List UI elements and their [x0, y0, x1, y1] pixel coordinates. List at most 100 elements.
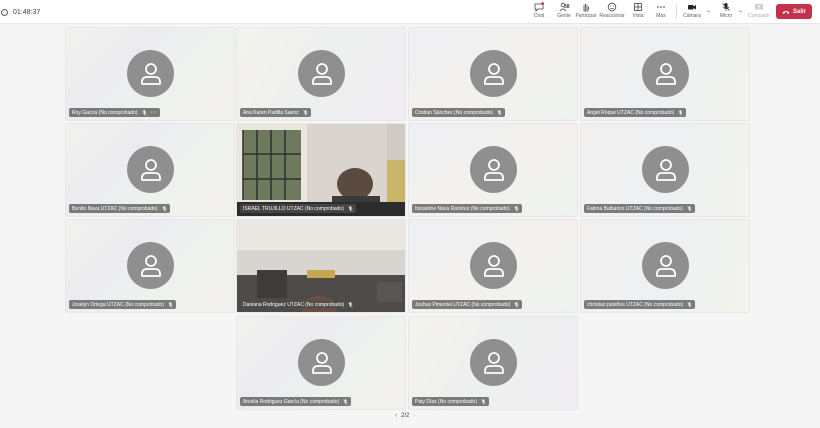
participant-name-chip: Roy García (No comprobado) ··· [69, 108, 161, 117]
previous-page-chevron-icon[interactable]: ‹ [391, 413, 401, 419]
view-label: Vista [632, 13, 644, 19]
person-icon [311, 351, 332, 374]
participant-tile[interactable]: Angel Roque UTZAC (No comprobado) [580, 27, 750, 121]
participant-tile[interactable]: Roy García (No comprobado) ··· [65, 27, 235, 121]
participant-tile[interactable]: Joselyn Ortega UTZAC (No comprobado) [65, 219, 235, 313]
mic-muted-icon [168, 301, 173, 308]
participant-name: Benito Nava UTZAC (No comprobado) [72, 205, 158, 212]
person-icon [655, 254, 676, 277]
participant-name: Roy García (No comprobado) [72, 109, 138, 116]
participant-name: Itsoseline Nava Ramírez (No comprobado) [415, 205, 510, 212]
share-button[interactable]: Compartir [748, 2, 770, 22]
camera-button[interactable]: Cámara [683, 2, 701, 22]
mic-muted-icon [348, 301, 353, 308]
participant-tile[interactable]: Itsoseline Nava Ramírez (No comprobado) [408, 123, 578, 217]
meeting-toolbar: 01:48:37 Chat Gente 38 Participar Reacci… [0, 0, 820, 24]
participant-name-chip: Daniana Rodriguez UTZAC (No comprobado) [240, 300, 357, 309]
page-navigator: ‹ 2/2 › [391, 413, 419, 419]
status-ring-icon [1, 8, 8, 16]
avatar [298, 50, 345, 97]
chat-button[interactable]: Chat [532, 2, 546, 22]
participant-name: ISRAEL TRUJILLO UTZAC (No comprobado) [243, 205, 344, 212]
person-icon [140, 158, 161, 181]
participant-name: Daniana Rodriguez UTZAC (No comprobado) [243, 301, 345, 308]
mic-button[interactable]: Micro [718, 2, 734, 22]
participant-name: Arcelia Rodriguez García (No comprobado) [243, 398, 340, 405]
participant-tile[interactable]: Benito Nava UTZAC (No comprobado) [65, 123, 235, 217]
page-indicator: 2/2 [401, 413, 410, 419]
mic-muted-icon [481, 398, 486, 405]
participant-name-chip: Arcelia Rodriguez García (No comprobado) [240, 397, 352, 406]
person-icon [655, 158, 676, 181]
participant-tile[interactable]: Cristian Sánchez (No comprobado) [408, 27, 578, 121]
participant-name-chip: Cristian Sánchez (No comprobado) [412, 108, 506, 117]
participant-tile[interactable]: Daniana Rodriguez UTZAC (No comprobado) [236, 219, 406, 313]
person-icon [655, 62, 676, 85]
smiley-icon [607, 2, 617, 12]
hang-up-icon [782, 10, 790, 14]
participant-name-chip: Joshue Pimentel UTZAC (No comprobado) [412, 300, 523, 309]
people-label: Gente [557, 13, 571, 19]
react-button[interactable]: Reaccionar [599, 2, 625, 22]
leave-button[interactable]: Salir [776, 4, 812, 19]
mic-muted-icon [513, 205, 519, 212]
mic-muted-icon [497, 109, 502, 116]
avatar [127, 242, 174, 289]
share-screen-icon [755, 4, 763, 10]
person-icon [483, 254, 504, 277]
participant-tile[interactable]: Arcelia Rodriguez García (No comprobado) [236, 316, 406, 410]
mic-muted-icon [161, 205, 167, 212]
next-page-chevron-icon[interactable]: › [409, 413, 419, 419]
avatar [470, 242, 517, 289]
leave-label: Salir [792, 8, 806, 15]
participant-name-chip: Joselyn Ortega UTZAC (No comprobado) [69, 300, 176, 309]
react-label: Reaccionar [599, 13, 625, 19]
avatar [298, 339, 345, 386]
participant-name: Joselyn Ortega UTZAC (No comprobado) [72, 301, 164, 308]
person-icon [311, 62, 332, 85]
participant-name: Cristian Sánchez (No comprobado) [415, 109, 494, 116]
raise-hand-button[interactable]: Participar [575, 2, 597, 22]
avatar [470, 339, 517, 386]
camera-label: Cámara [683, 13, 701, 19]
more-icon [657, 6, 665, 8]
avatar [127, 146, 174, 193]
mic-options-chevron-icon[interactable]: ⌄ [738, 7, 743, 14]
participant-name: Ana Karen Padilla Saenz [243, 109, 299, 116]
participant-name-chip: Ana Karen Padilla Saenz [240, 108, 311, 117]
avatar [642, 146, 689, 193]
chat-icon [534, 2, 544, 12]
participant-tile[interactable]: Ana Karen Padilla Saenz [236, 27, 406, 121]
participant-tile[interactable]: Fatima Balbarios UTZAC (No comprobado) [580, 123, 750, 217]
mic-muted-icon [141, 109, 147, 116]
camera-icon [688, 5, 696, 10]
mic-muted-icon [302, 109, 308, 116]
participant-name-chip: Angel Roque UTZAC (No comprobado) [584, 108, 687, 117]
person-icon [140, 62, 161, 85]
participant-name: Fatima Balbarios UTZAC (No comprobado) [587, 205, 683, 212]
hand-icon [583, 3, 589, 12]
participant-tile[interactable]: ISRAEL TRUJILLO UTZAC (No comprobado) [236, 123, 406, 217]
participant-tile[interactable]: Paty Díaz (No comprobado) [408, 316, 578, 410]
mic-muted-icon [722, 3, 730, 11]
person-icon [483, 158, 504, 181]
meeting-timer: 01:48:37 [0, 6, 40, 18]
participant-name-chip: Paty Díaz (No comprobado) [412, 397, 489, 406]
raise-hand-label: Participar [575, 13, 597, 19]
participant-name: Angel Roque UTZAC (No comprobado) [587, 109, 675, 116]
mic-muted-icon [687, 301, 692, 308]
camera-options-chevron-icon[interactable]: ⌄ [706, 7, 711, 14]
participant-tile[interactable]: christian pateños UTZAC (No comprobado) [580, 219, 750, 313]
mic-label: Micro [719, 13, 733, 19]
more-button[interactable]: Más [654, 2, 668, 22]
participant-name-chip: christian pateños UTZAC (No comprobado) [584, 300, 696, 309]
mic-muted-icon [348, 205, 353, 212]
more-options-icon[interactable]: ··· [151, 110, 158, 116]
grid-view-icon [634, 3, 642, 11]
people-count: 38 [564, 4, 570, 10]
participant-name: Joshue Pimentel UTZAC (No comprobado) [415, 301, 511, 308]
mic-muted-icon [678, 109, 684, 116]
view-button[interactable]: Vista [631, 2, 645, 22]
share-label: Compartir [748, 13, 770, 19]
participant-tile[interactable]: Joshue Pimentel UTZAC (No comprobado) [408, 219, 578, 313]
